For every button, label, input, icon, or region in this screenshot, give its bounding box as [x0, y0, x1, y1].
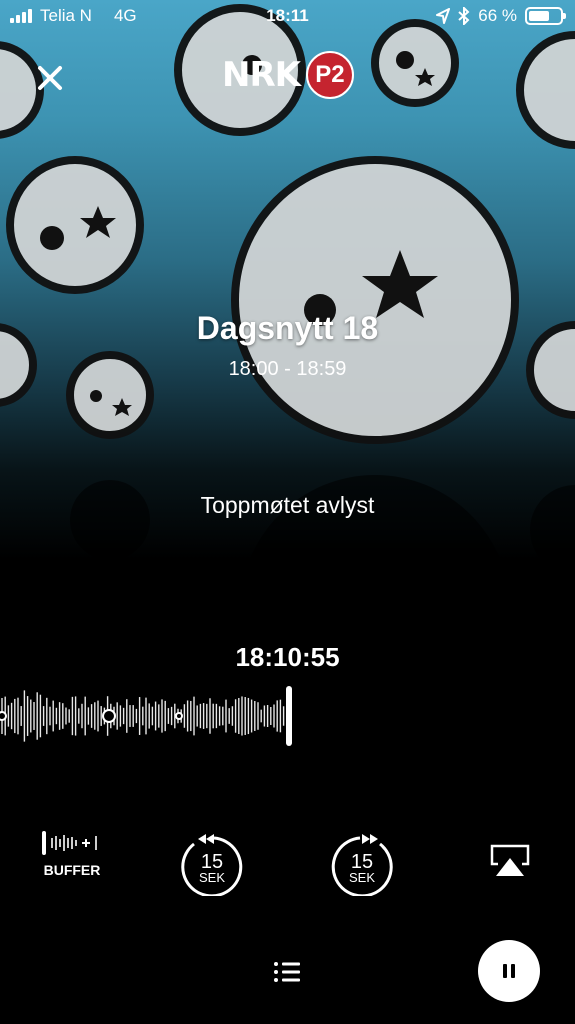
logo-channel-badge: P2	[305, 51, 354, 99]
skip-back-icon: 15 SEK	[181, 834, 243, 896]
list-icon	[274, 962, 300, 982]
nrk-p2-logo: NRK P2	[222, 50, 354, 100]
queue-button[interactable]	[268, 956, 306, 988]
waveform-marker[interactable]	[102, 709, 116, 723]
logo-nrk: NRK	[222, 55, 301, 95]
waveform-marker[interactable]	[0, 711, 7, 721]
status-bar: Telia N 4G 18:11 66 %	[0, 0, 575, 34]
skip-back-unit: SEK	[199, 870, 225, 885]
airplay-button[interactable]	[488, 842, 532, 882]
segment-title: Toppmøtet avlyst	[200, 492, 375, 518]
skip-forward-button[interactable]: 15 SEK	[328, 826, 398, 896]
playback-controls: BUFFER 15 SEK 15 SEK	[0, 820, 575, 900]
skip-forward-unit: SEK	[349, 870, 375, 885]
buffer-label: BUFFER	[43, 862, 101, 878]
close-button[interactable]	[30, 58, 70, 98]
pause-button[interactable]	[478, 940, 540, 1002]
close-icon	[38, 66, 62, 90]
location-icon	[436, 8, 451, 24]
program-title: Dagsnytt 18	[196, 310, 379, 346]
buffer-icon	[42, 831, 97, 855]
skip-forward-icon: 15 SEK	[331, 834, 393, 896]
playhead[interactable]	[286, 686, 292, 746]
skip-back-button[interactable]: 15 SEK	[176, 826, 246, 896]
current-time: 18:10:55	[235, 642, 340, 672]
airplay-icon	[490, 844, 530, 876]
waveform-scrubber[interactable]	[0, 680, 575, 750]
buffer-button[interactable]: BUFFER	[30, 830, 114, 878]
bluetooth-icon	[458, 7, 470, 25]
program-time-range: 18:00 - 18:59	[228, 358, 347, 380]
battery-icon	[525, 7, 566, 25]
waveform-marker[interactable]	[175, 712, 183, 720]
bottom-bar	[0, 940, 575, 1004]
pause-icon	[503, 964, 507, 978]
battery-percent: 66 %	[478, 6, 517, 25]
